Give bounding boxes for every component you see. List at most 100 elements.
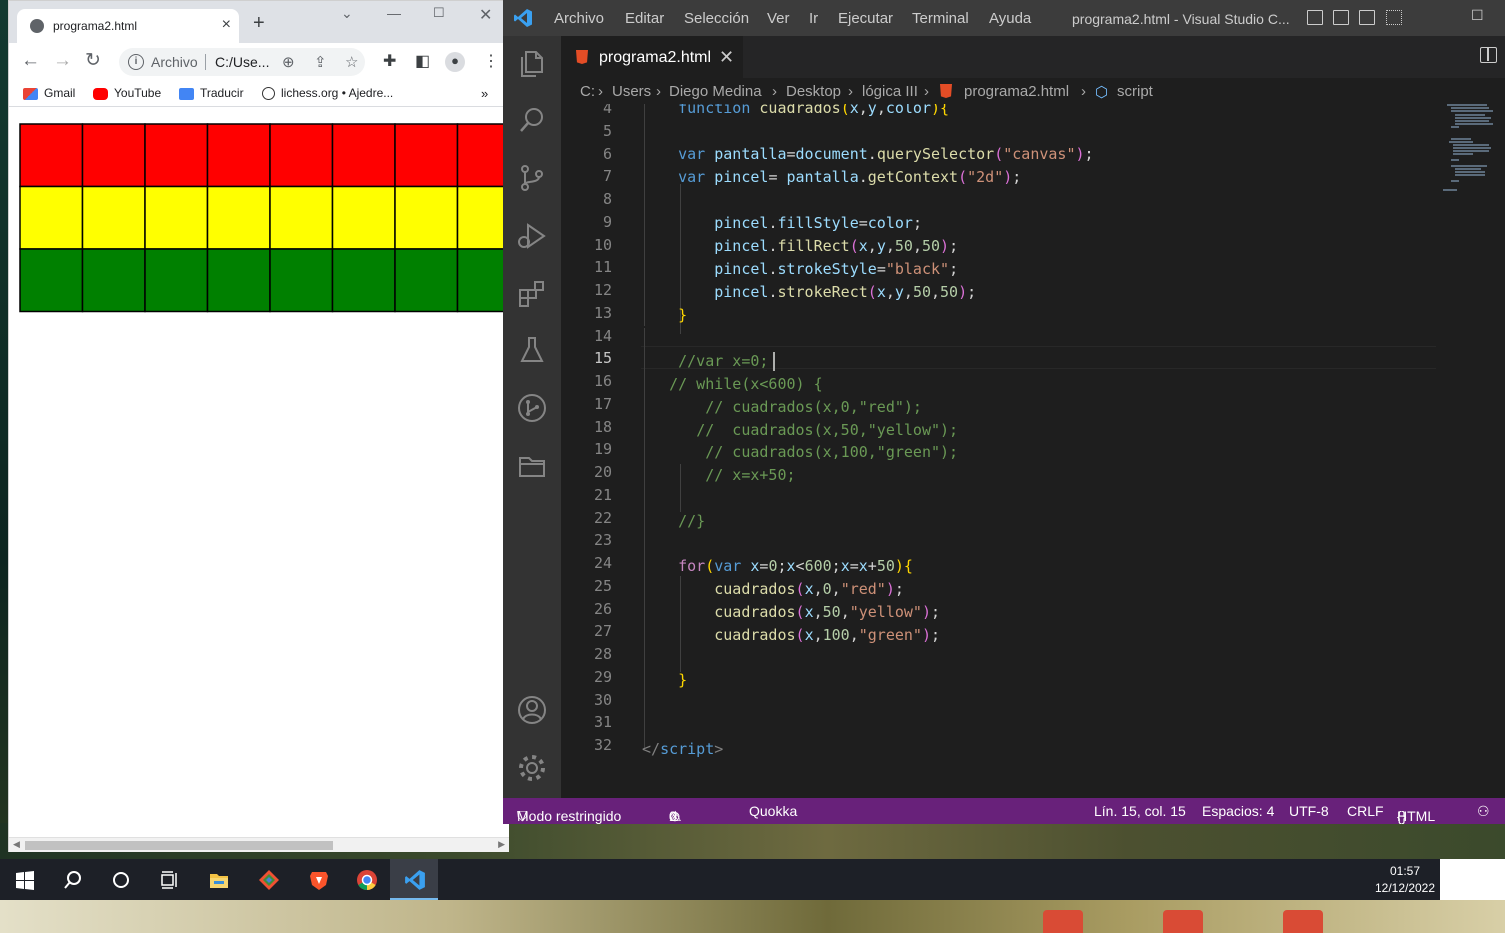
canvas-square-red — [144, 123, 209, 188]
toggle-secondary-sidebar-icon[interactable] — [1359, 10, 1375, 25]
minimap-line — [1451, 159, 1459, 161]
eol-status[interactable]: CRLF — [1347, 803, 1384, 819]
menu-seleccion[interactable]: Selección — [684, 10, 749, 27]
close-tab-icon[interactable]: ✕ — [719, 47, 734, 68]
git-kraken-icon[interactable] — [244, 859, 292, 900]
cortana-icon[interactable] — [96, 859, 144, 900]
brave-browser-icon[interactable] — [294, 859, 342, 900]
extensions-icon[interactable] — [516, 278, 548, 310]
editor-tab-active[interactable]: programa2.html ✕ — [561, 36, 743, 78]
code-line-9: pincel.fillStyle=color; — [714, 214, 922, 232]
minimize-button[interactable]: — — [387, 5, 401, 21]
menu-ir[interactable]: Ir — [809, 10, 818, 27]
split-editor-icon[interactable] — [1480, 47, 1497, 63]
side-panel-icon[interactable]: ◧ — [415, 53, 430, 71]
minimap-line — [1455, 123, 1493, 125]
breadcrumb-item[interactable]: script — [1117, 83, 1153, 100]
quokka-status[interactable]: Quokka — [749, 803, 797, 819]
bookmark-lichess[interactable]: lichess.org • Ajedre... — [262, 86, 393, 101]
line-number: 9 — [602, 212, 612, 231]
chrome-icon[interactable] — [342, 859, 390, 900]
scrollbar-thumb[interactable] — [25, 841, 333, 850]
indentation-status[interactable]: Espacios: 4 — [1202, 803, 1274, 819]
minimap[interactable] — [1441, 104, 1497, 798]
desktop-icon[interactable] — [1043, 910, 1083, 933]
zoom-icon[interactable]: ⊕ — [282, 53, 295, 71]
breadcrumb-item[interactable]: programa2.html — [964, 83, 1069, 100]
browser-tab[interactable]: programa2.html × — [17, 9, 239, 43]
code-editor[interactable]: function cuadrados(x,y,color){ var panta… — [561, 104, 1441, 798]
feedback-icon[interactable]: ⚇ — [1477, 803, 1490, 820]
account-icon[interactable] — [516, 694, 548, 726]
close-tab-icon[interactable]: × — [222, 16, 231, 34]
toggle-sidebar-icon[interactable] — [1307, 10, 1323, 25]
desktop-icon[interactable] — [1163, 910, 1203, 933]
globe-icon — [30, 19, 44, 33]
tab-search-icon[interactable]: ⌄ — [341, 5, 353, 22]
new-tab-button[interactable]: + — [253, 13, 265, 33]
breadcrumb-item[interactable]: Users — [612, 83, 651, 100]
info-icon[interactable]: i — [128, 54, 144, 70]
git-graph-icon[interactable] — [516, 392, 548, 424]
vscode-taskbar-icon[interactable] — [390, 859, 438, 900]
start-button[interactable] — [0, 859, 48, 900]
menu-terminal[interactable]: Terminal — [912, 10, 969, 27]
more-menu-icon[interactable]: ⋮ — [483, 53, 499, 71]
bookmark-star-icon[interactable]: ☆ — [345, 53, 358, 71]
breadcrumb-item[interactable]: Desktop — [786, 83, 841, 100]
address-bar[interactable]: i Archivo C:/Use... ⊕ ⇪ ☆ — [119, 48, 365, 76]
cursor-position-status[interactable]: Lín. 15, col. 15 — [1094, 803, 1186, 819]
notification-area — [1440, 859, 1505, 900]
encoding-status[interactable]: UTF-8 — [1289, 803, 1329, 819]
bookmark-gmail[interactable]: Gmail — [23, 86, 75, 100]
breadcrumb-item[interactable]: lógica III — [862, 83, 918, 100]
menu-ayuda[interactable]: Ayuda — [989, 10, 1031, 27]
line-number: 32 — [593, 736, 612, 754]
explorer-icon[interactable] — [516, 48, 548, 80]
file-explorer-icon[interactable] — [194, 859, 242, 900]
testing-flask-icon[interactable] — [516, 334, 548, 366]
folder-icon[interactable] — [516, 450, 548, 482]
code-line-25: cuadrados(x,0,"red"); — [714, 580, 904, 598]
search-icon[interactable] — [516, 104, 548, 136]
breadcrumb-item[interactable]: C: — [580, 83, 595, 100]
back-icon[interactable]: ← — [21, 51, 40, 71]
bookmark-traducir[interactable]: Traducir — [179, 86, 244, 100]
run-debug-icon[interactable] — [516, 220, 548, 252]
extensions-icon[interactable]: ✚ — [383, 53, 396, 71]
toggle-panel-icon[interactable] — [1333, 10, 1349, 25]
search-icon[interactable] — [48, 859, 96, 900]
source-control-icon[interactable] — [516, 162, 548, 194]
editor-tabs: programa2.html ✕ — [561, 36, 1505, 78]
profile-avatar[interactable]: ● — [445, 52, 465, 72]
maximize-button[interactable]: ☐ — [433, 5, 445, 21]
code-line-27: cuadrados(x,100,"green"); — [714, 626, 941, 644]
scroll-right-icon[interactable]: ▶ — [498, 839, 505, 850]
close-window-button[interactable]: ✕ — [479, 5, 492, 25]
customize-layout-icon[interactable] — [1386, 10, 1402, 25]
canvas-square-red — [81, 123, 146, 188]
breadcrumb-item[interactable]: Diego Medina — [669, 83, 762, 100]
system-clock[interactable]: 01:57 12/12/2022 — [1370, 863, 1440, 897]
menu-ver[interactable]: Ver — [767, 10, 790, 27]
menu-ejecutar[interactable]: Ejecutar — [838, 10, 893, 27]
chevron-right-icon: › — [772, 83, 777, 100]
code-line-15: //var x=0; — [678, 352, 769, 370]
reload-icon[interactable]: ↻ — [85, 51, 101, 71]
menu-editar[interactable]: Editar — [625, 10, 664, 27]
desktop-icon[interactable] — [1283, 910, 1323, 933]
share-icon[interactable]: ⇪ — [314, 53, 327, 71]
maximize-button[interactable]: ☐ — [1471, 7, 1484, 24]
minimap-line — [1451, 180, 1459, 182]
horizontal-scrollbar[interactable]: ◀ ▶ — [9, 837, 509, 852]
settings-gear-icon[interactable] — [516, 752, 548, 784]
address-url[interactable]: C:/Use... — [215, 54, 269, 70]
bookmark-youtube[interactable]: YouTube — [93, 86, 161, 100]
line-number: 8 — [602, 190, 612, 208]
forward-icon[interactable]: → — [53, 51, 72, 71]
menu-archivo[interactable]: Archivo — [554, 10, 604, 27]
task-view-icon[interactable] — [144, 859, 192, 900]
line-number: 6 — [602, 144, 612, 163]
bookmarks-overflow-icon[interactable]: » — [481, 86, 488, 101]
scroll-left-icon[interactable]: ◀ — [13, 839, 20, 850]
